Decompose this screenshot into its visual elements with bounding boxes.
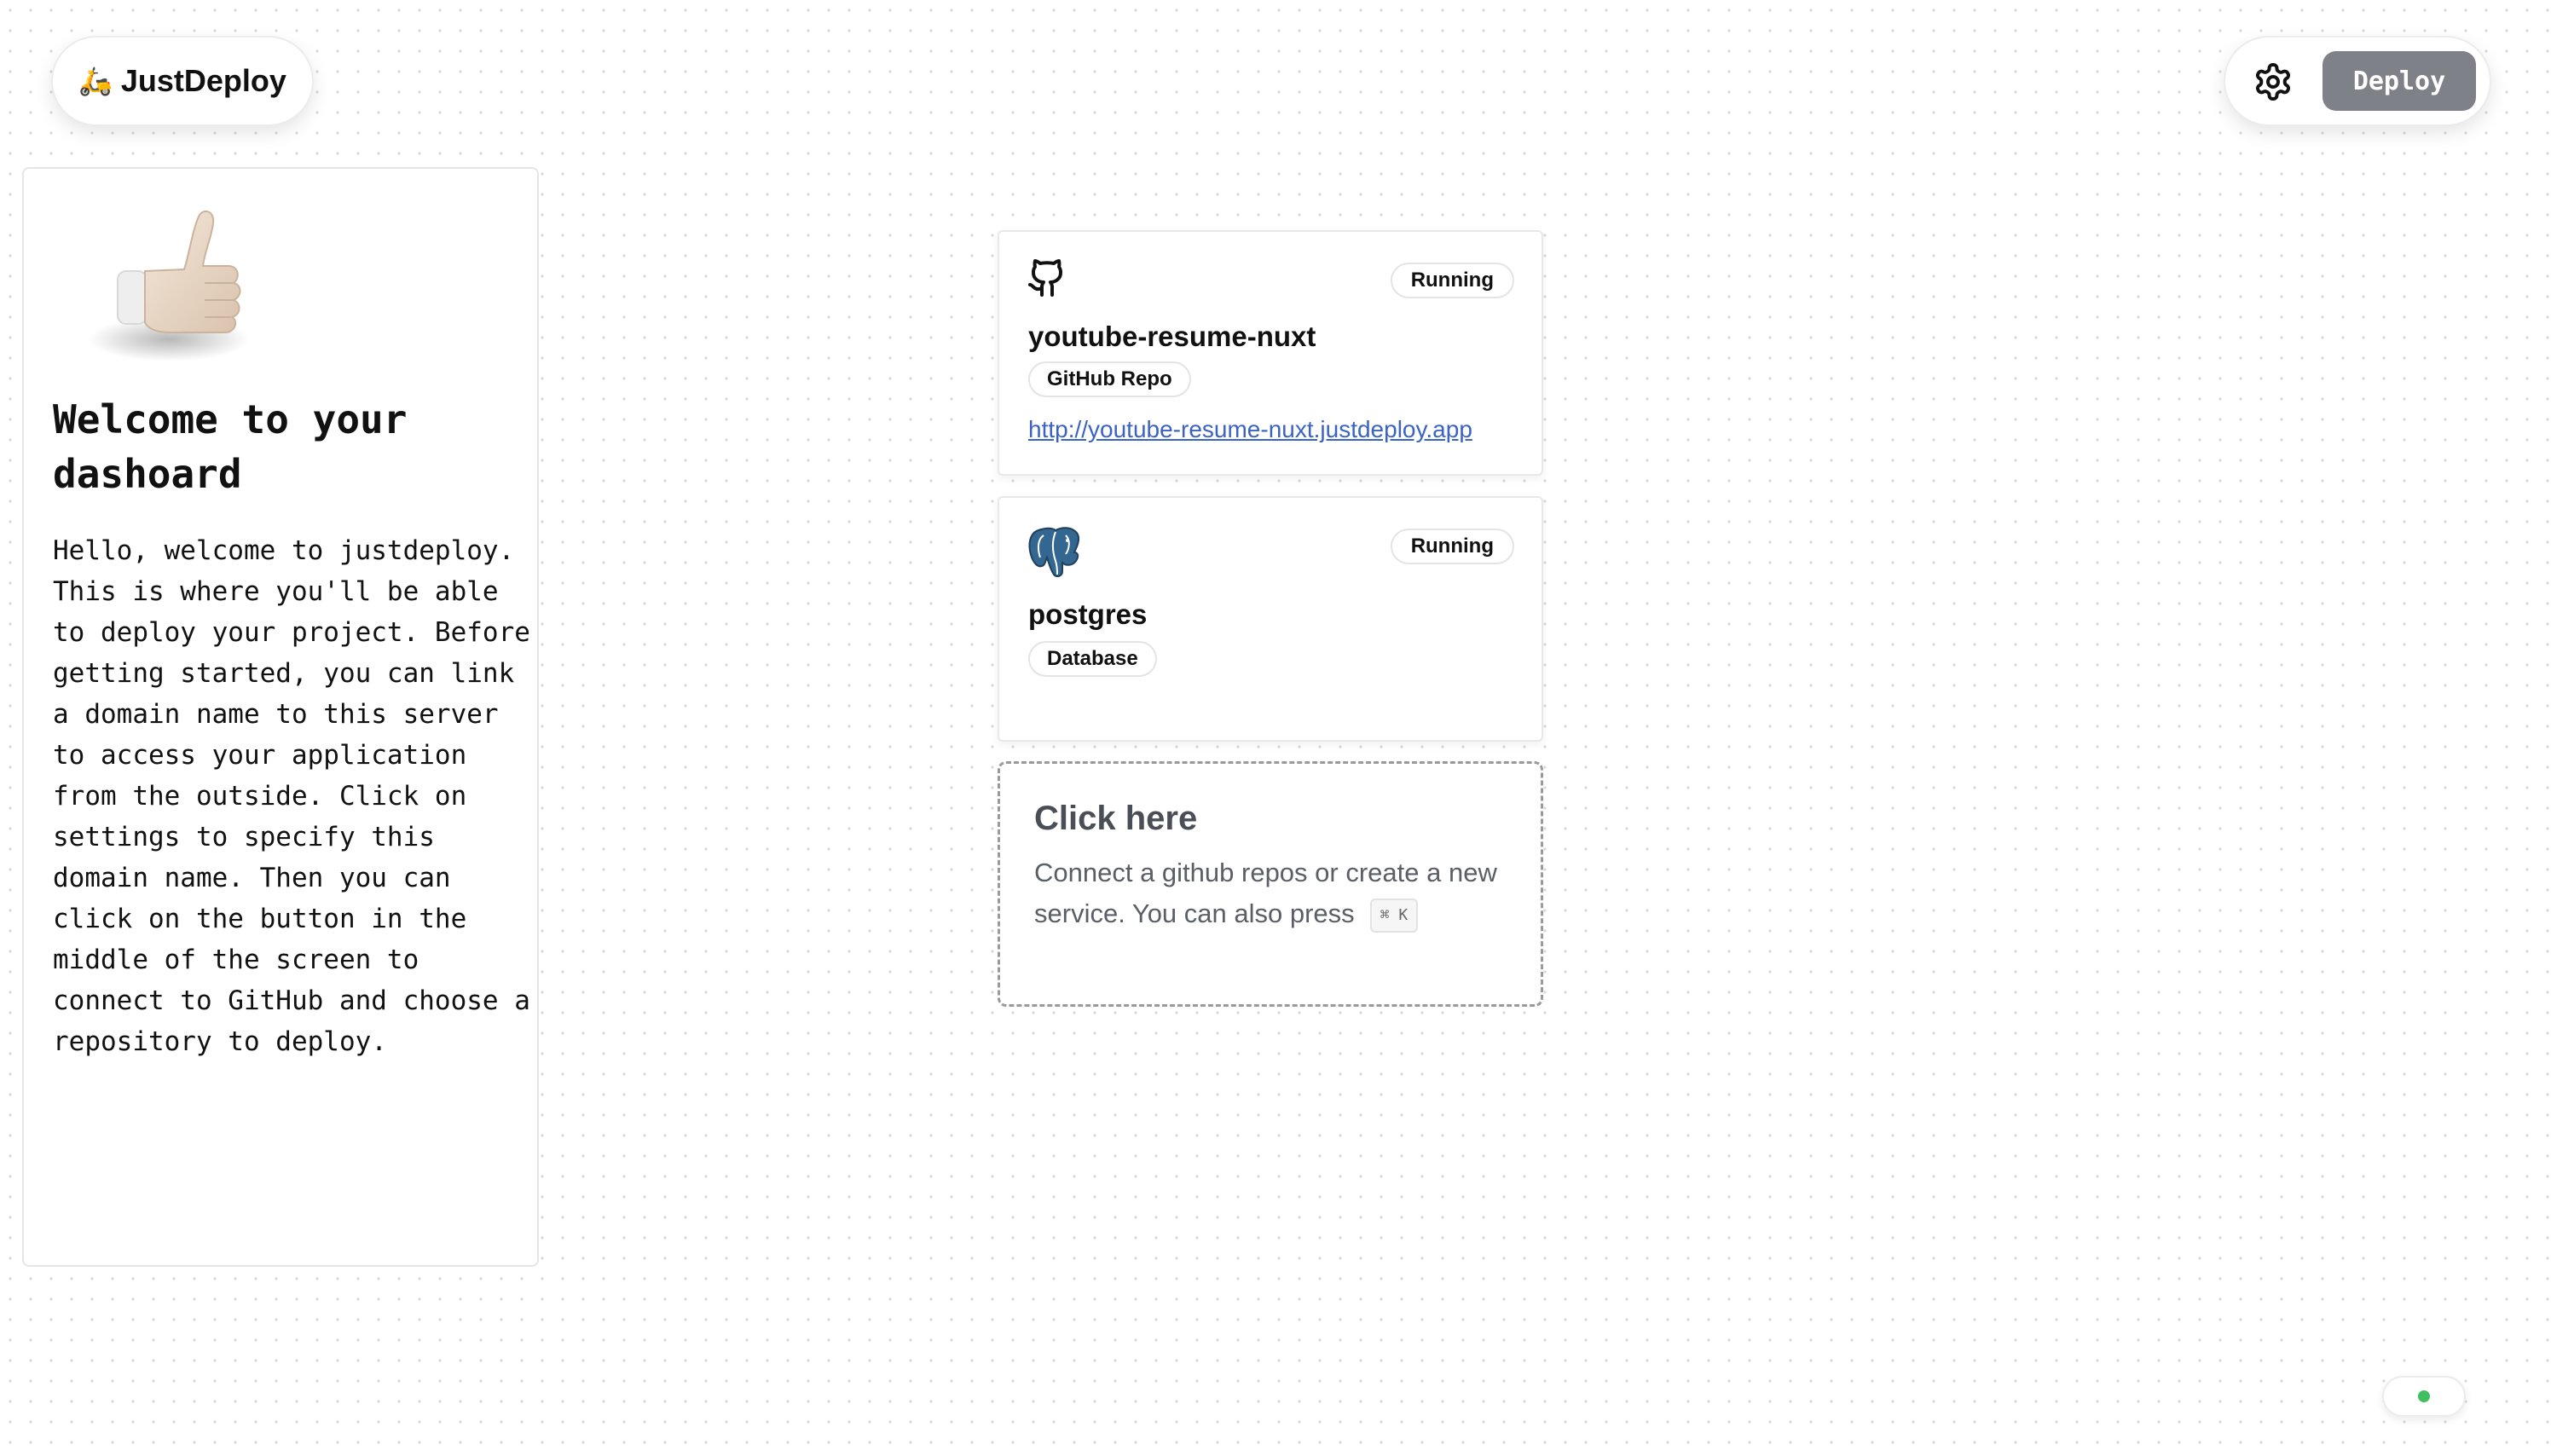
service-card-postgres[interactable]: Running postgres Database	[998, 496, 1543, 742]
service-card-youtube-resume-nuxt[interactable]: Running youtube-resume-nuxt GitHub Repo …	[998, 230, 1543, 476]
welcome-title: Welcome to your dashoard	[53, 396, 408, 497]
service-url-link[interactable]: http://youtube-resume-nuxt.justdeploy.ap…	[1028, 416, 1472, 443]
cta-title: Click here	[1034, 800, 1198, 837]
service-name: youtube-resume-nuxt	[1028, 321, 1316, 352]
connection-status-dot	[2418, 1390, 2430, 1402]
new-service-cta[interactable]: Click here Connect a github repos or cre…	[998, 761, 1543, 1007]
cta-description-text: Connect a github repos or create a new s…	[1034, 858, 1497, 928]
welcome-panel: Welcome to your dashoard Hello, welcome …	[22, 167, 539, 1267]
connection-status-pill[interactable]	[2382, 1376, 2466, 1417]
gear-icon	[2256, 63, 2290, 101]
status-badge: Running	[1390, 263, 1514, 298]
settings-button[interactable]	[2249, 58, 2297, 106]
github-icon	[1028, 259, 1063, 297]
postgres-icon	[1028, 527, 1080, 578]
welcome-body: Hello, welcome to justdeploy. This is wh…	[53, 535, 530, 1057]
service-type-badge: Database	[1028, 641, 1157, 677]
service-type-badge: GitHub Repo	[1028, 361, 1191, 397]
service-name: postgres	[1028, 598, 1148, 630]
status-badge: Running	[1390, 529, 1514, 564]
scooter-icon: 🛵	[78, 66, 113, 96]
thumbs-up-hand-illustration	[88, 210, 250, 361]
keyboard-shortcut: ⌘ K	[1369, 898, 1419, 933]
brand-name: JustDeploy	[120, 63, 286, 98]
cta-description: Connect a github repos or create a new s…	[1034, 852, 1512, 934]
deploy-button[interactable]: Deploy	[2323, 51, 2476, 111]
brand-pill[interactable]: 🛵 JustDeploy	[51, 36, 314, 126]
header-controls: Deploy	[2224, 36, 2491, 126]
